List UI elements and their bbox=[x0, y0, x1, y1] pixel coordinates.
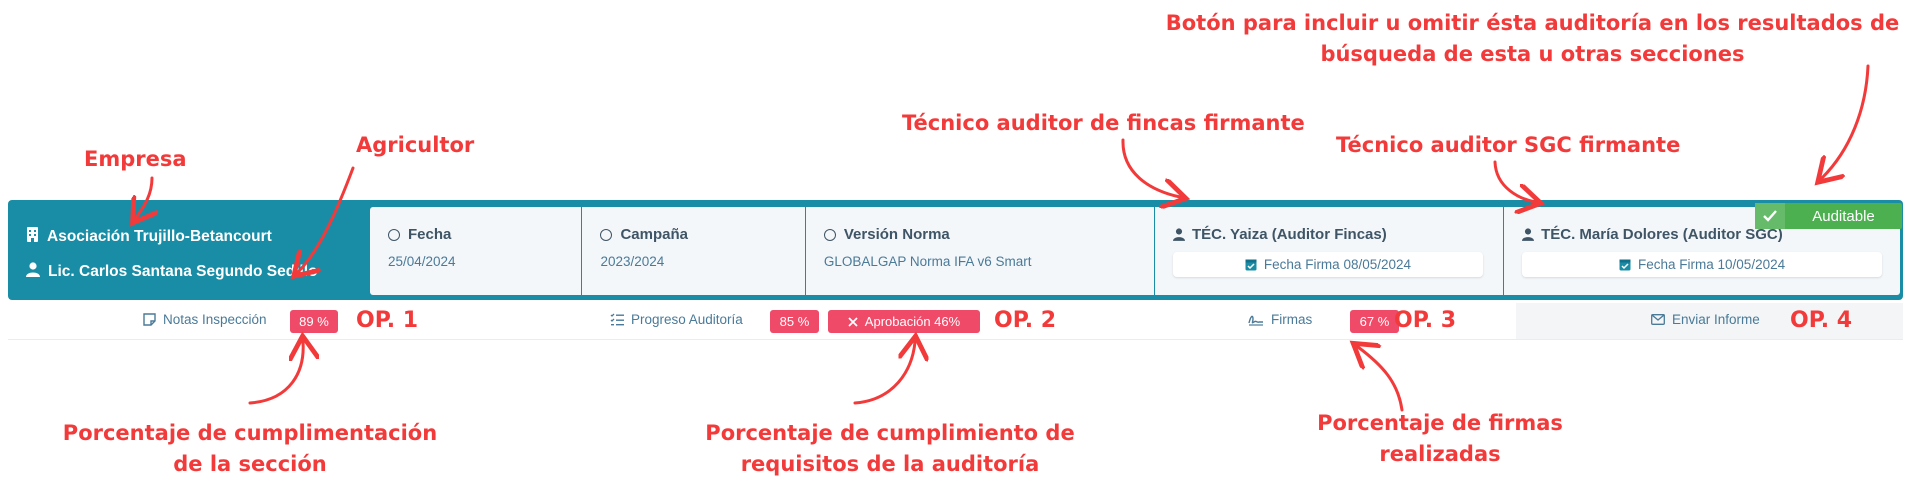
annotation-tecnico-sgc: Técnico auditor SGC firmante bbox=[1336, 133, 1681, 157]
user-icon bbox=[1522, 228, 1535, 241]
arrow-tecnico-sgc bbox=[1493, 160, 1535, 202]
auditor-sgc-signature-date: Fecha Firma 10/05/2024 bbox=[1522, 252, 1883, 277]
auditor-fincas-row: TÉC. Yaiza (Auditor Fincas) bbox=[1172, 226, 1387, 243]
mail-icon bbox=[1651, 314, 1672, 325]
annotation-firmas: Porcentaje de firmas realizadas bbox=[1290, 408, 1590, 470]
annotation-boton-line1: Botón para incluir u omitir ésta auditor… bbox=[1165, 11, 1900, 35]
auditor-sgc-name: TÉC. María Dolores (Auditor SGC) bbox=[1541, 226, 1783, 243]
company-name: Asociación Trujillo-Betancourt bbox=[47, 228, 272, 245]
annotation-firmas-line2: realizadas bbox=[1379, 442, 1501, 466]
aprobacion-badge: Aprobación 46% bbox=[828, 310, 980, 333]
notas-inspeccion-label: Notas Inspección bbox=[163, 312, 267, 327]
note-icon bbox=[143, 313, 163, 326]
annotation-firmas-line1: Porcentaje de firmas bbox=[1317, 411, 1563, 435]
firmas-link[interactable]: Firmas bbox=[1248, 312, 1312, 327]
annotation-requisitos-line2: requisitos de la auditoría bbox=[740, 452, 1040, 476]
norma-label-row: Versión Norma bbox=[823, 226, 950, 243]
auditor-fincas-signature-date: Fecha Firma 08/05/2024 bbox=[1172, 252, 1483, 277]
auditor-fincas-name: TÉC. Yaiza (Auditor Fincas) bbox=[1191, 226, 1387, 243]
calendar-check-icon bbox=[1245, 258, 1264, 271]
annotation-agricultor: Agricultor bbox=[356, 133, 475, 157]
auditable-toggle-button[interactable]: Auditable bbox=[1755, 203, 1902, 229]
arrow-auditable bbox=[1822, 64, 1870, 178]
farmer-name: Lic. Carlos Santana Segundo Sedillo bbox=[48, 263, 318, 280]
auditable-label: Auditable bbox=[1812, 207, 1875, 225]
check-icon bbox=[1755, 203, 1785, 229]
annotation-tecnico-fincas: Técnico auditor de fincas firmante bbox=[902, 111, 1305, 135]
op3-label: OP. 3 bbox=[1394, 308, 1457, 333]
op2-label: OP. 2 bbox=[994, 308, 1057, 333]
enviar-informe-button[interactable]: Enviar Informe bbox=[1651, 312, 1760, 327]
op4-label: OP. 4 bbox=[1790, 308, 1853, 333]
annotation-requisitos-line1: Porcentaje de cumplimiento de bbox=[705, 421, 1075, 445]
annotation-boton-auditable: Botón para incluir u omitir ésta auditor… bbox=[1160, 8, 1905, 70]
progreso-percentage-badge: 85 % bbox=[770, 310, 819, 333]
auditor-sgc-row: TÉC. María Dolores (Auditor SGC) bbox=[1522, 226, 1783, 243]
audit-footer: Notas Inspección 89 % Progreso Auditoría… bbox=[8, 303, 1903, 340]
auditor-sgc-date-text: Fecha Firma 10/05/2024 bbox=[1638, 257, 1786, 272]
fecha-cell: Fecha 25/04/2024 bbox=[370, 207, 583, 295]
firmas-percentage-badge: 67 % bbox=[1350, 310, 1399, 333]
building-icon bbox=[26, 227, 47, 247]
calendar-check-icon bbox=[1619, 258, 1638, 271]
circle-icon bbox=[823, 228, 836, 241]
progreso-auditoria-label: Progreso Auditoría bbox=[631, 312, 743, 327]
notas-inspeccion-link[interactable]: Notas Inspección bbox=[143, 312, 267, 327]
arrow-tecnico-fincas bbox=[1121, 138, 1180, 197]
circle-icon bbox=[388, 228, 400, 241]
annotation-empresa: Empresa bbox=[84, 147, 187, 171]
norma-cell: Versión Norma GLOBALGAP Norma IFA v6 Sma… bbox=[806, 207, 1155, 295]
notas-percentage-badge: 89 % bbox=[290, 310, 338, 333]
arrow-requisitos bbox=[853, 342, 915, 405]
fecha-label-row: Fecha bbox=[388, 226, 451, 243]
arrow-firmas bbox=[1358, 347, 1404, 412]
fecha-label: Fecha bbox=[408, 226, 452, 243]
campana-value: 2023/2024 bbox=[600, 254, 665, 269]
user-icon bbox=[26, 262, 48, 282]
annotation-seccion: Porcentaje de cumplimentación de la secc… bbox=[50, 418, 450, 480]
campana-label-row: Campaña bbox=[600, 226, 688, 243]
enviar-informe-label: Enviar Informe bbox=[1672, 312, 1760, 327]
annotation-requisitos: Porcentaje de cumplimiento de requisitos… bbox=[690, 418, 1090, 480]
fecha-value: 25/04/2024 bbox=[388, 254, 456, 269]
signature-icon bbox=[1248, 313, 1271, 326]
norma-value: GLOBALGAP Norma IFA v6 Smart bbox=[823, 254, 1032, 269]
audit-info-panel: Fecha 25/04/2024 Campaña 2023/2024 Versi… bbox=[370, 207, 1900, 295]
user-icon bbox=[1172, 228, 1185, 241]
annotation-seccion-line1: Porcentaje de cumplimentación bbox=[62, 421, 438, 445]
checklist-icon bbox=[610, 313, 631, 326]
circle-icon bbox=[600, 228, 613, 241]
audit-card: Asociación Trujillo-Betancourt Lic. Carl… bbox=[8, 200, 1903, 300]
aprobacion-label: Aprobación 46% bbox=[864, 314, 961, 329]
company-block: Asociación Trujillo-Betancourt Lic. Carl… bbox=[8, 200, 368, 300]
close-icon bbox=[848, 316, 858, 327]
arrow-seccion bbox=[248, 342, 303, 405]
firmas-label: Firmas bbox=[1271, 312, 1313, 327]
farmer-row: Lic. Carlos Santana Segundo Sedillo bbox=[26, 262, 318, 282]
campana-cell: Campaña 2023/2024 bbox=[582, 207, 806, 295]
auditor-fincas-date-text: Fecha Firma 08/05/2024 bbox=[1263, 257, 1412, 272]
norma-label: Versión Norma bbox=[843, 226, 950, 243]
company-row: Asociación Trujillo-Betancourt bbox=[26, 227, 272, 247]
op1-label: OP. 1 bbox=[356, 308, 419, 333]
campana-label: Campaña bbox=[620, 226, 688, 243]
annotation-boton-line2: búsqueda de esta u otras secciones bbox=[1320, 42, 1745, 66]
annotation-seccion-line2: de la sección bbox=[173, 452, 327, 476]
auditor-fincas-cell: TÉC. Yaiza (Auditor Fincas) Fecha Firma … bbox=[1155, 207, 1505, 295]
progreso-auditoria-link[interactable]: Progreso Auditoría bbox=[610, 312, 743, 327]
